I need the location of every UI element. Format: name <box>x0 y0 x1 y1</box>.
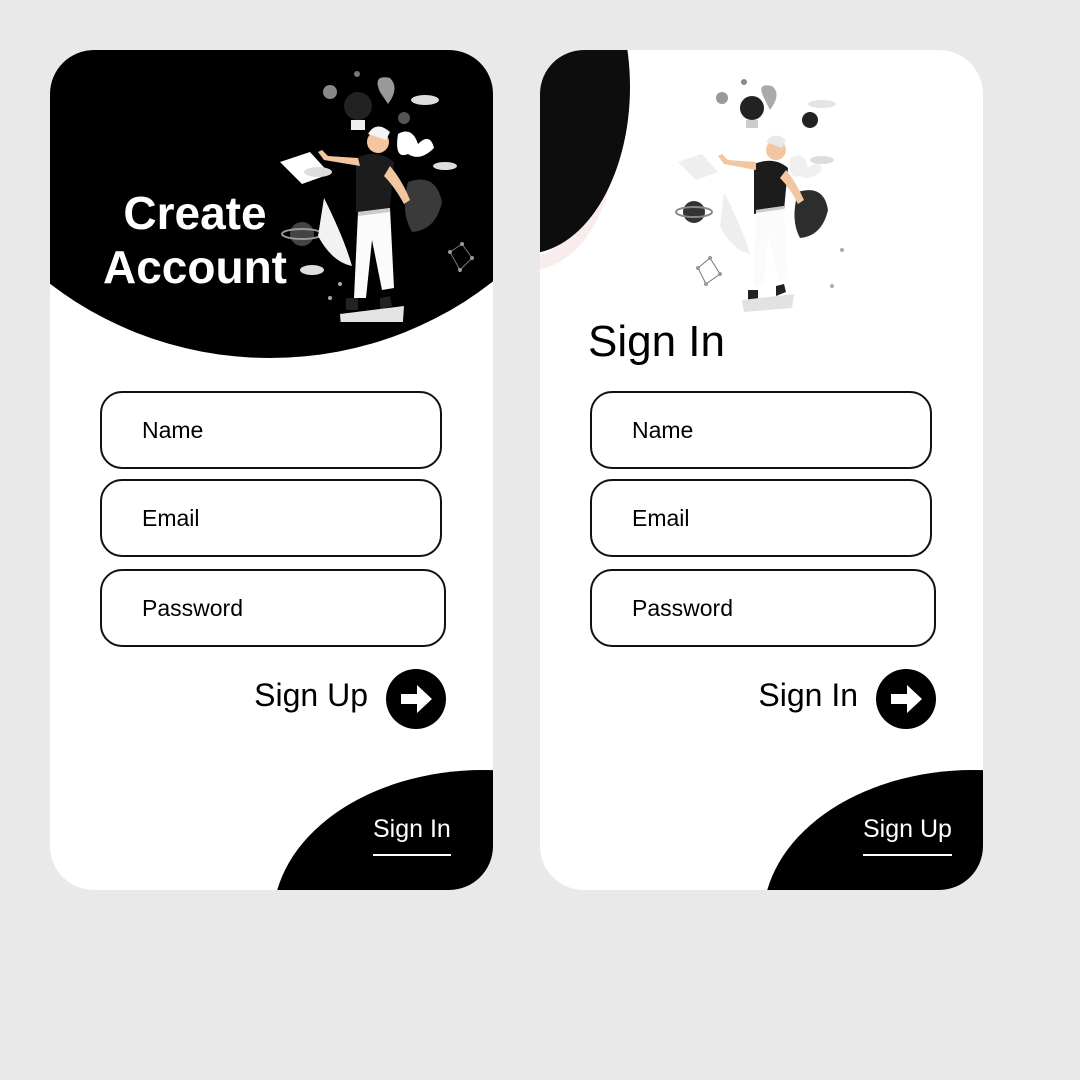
arrow-right-icon <box>401 685 432 713</box>
sign-up-link[interactable]: Sign Up <box>863 815 952 856</box>
sign-in-card: Sign In Sign In Sign Up <box>540 50 983 890</box>
password-field[interactable] <box>100 569 446 647</box>
decor-blade <box>540 50 630 254</box>
email-field[interactable] <box>590 479 932 557</box>
arrow-right-icon <box>891 685 922 713</box>
sign-up-action[interactable]: Sign Up <box>200 667 446 731</box>
create-account-card: Create Account Sign Up <box>50 50 493 890</box>
create-account-title: Create Account <box>103 187 287 293</box>
name-field[interactable] <box>100 391 442 469</box>
email-field[interactable] <box>100 479 442 557</box>
name-field[interactable] <box>590 391 932 469</box>
sign-up-arrow-button[interactable] <box>386 669 446 729</box>
sign-in-title: Sign In <box>588 317 725 366</box>
password-field[interactable] <box>590 569 936 647</box>
floating-person-illustration <box>675 79 844 312</box>
floating-person-illustration <box>280 71 474 322</box>
sign-in-arrow-button[interactable] <box>876 669 936 729</box>
sign-in-label: Sign In <box>758 677 858 713</box>
sign-in-link[interactable]: Sign In <box>373 815 451 856</box>
sign-in-action[interactable]: Sign In <box>690 667 936 731</box>
sign-up-label: Sign Up <box>254 677 368 713</box>
